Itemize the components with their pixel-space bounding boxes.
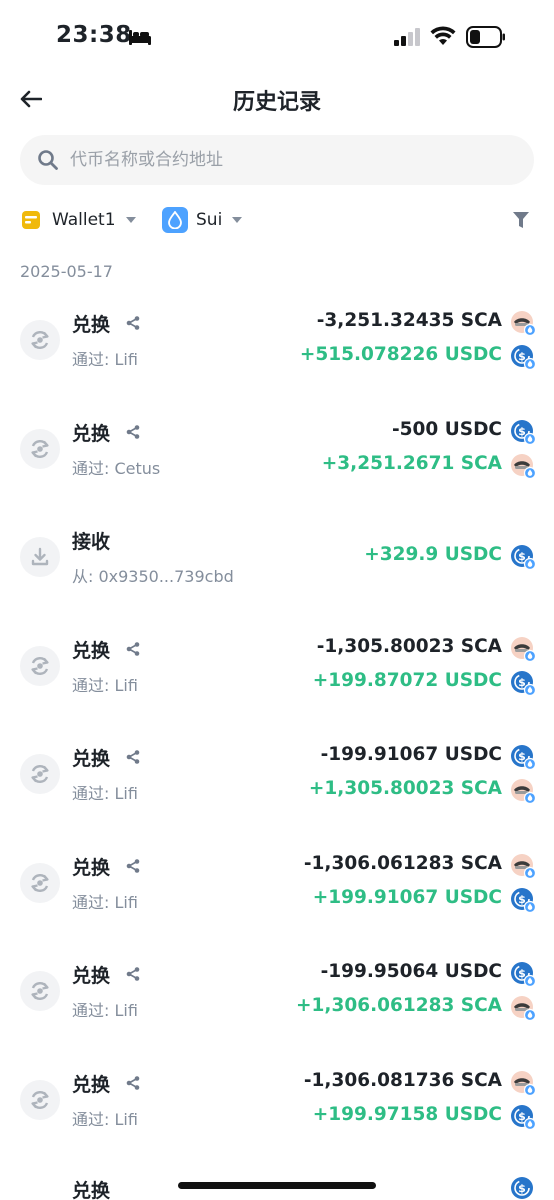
usdc-token-icon: $	[510, 670, 537, 696]
swap-icon	[20, 971, 60, 1011]
transaction-row[interactable]: 兑换 通过: Lifi -199.95064 USDC $ +1,306.061…	[0, 949, 554, 1058]
amount-in: +515.078226 USDC	[299, 344, 502, 365]
amount-in: +1,306.061283 SCA	[296, 995, 502, 1016]
transaction-list: 兑换 通过: Lifi -3,251.32435 SCA +515.078226…	[0, 298, 554, 1166]
filter-bar: Wallet1 Sui	[0, 200, 554, 240]
transaction-row[interactable]: 兑换 通过: Lifi -1,306.061283 SCA +199.91067…	[0, 841, 554, 950]
transaction-type: 兑换	[72, 1180, 111, 1200]
wifi-icon	[430, 26, 456, 50]
usdc-token-icon: $	[510, 1176, 536, 1200]
transaction-source: 通过: Lifi	[72, 784, 138, 803]
amount-out: -199.95064 USDC	[320, 961, 502, 982]
filter-funnel-icon[interactable]	[512, 210, 530, 234]
share-icon[interactable]	[126, 1075, 140, 1094]
status-time: 23:38	[56, 22, 132, 48]
usdc-token-icon: $	[510, 961, 537, 988]
search-input[interactable]	[70, 135, 510, 185]
usdc-token-icon: $	[510, 344, 537, 371]
swap-icon	[20, 1079, 60, 1120]
amount-in: +1,305.80023 SCA	[308, 778, 502, 799]
amount-in: +329.9 USDC	[364, 544, 502, 565]
swap-icon	[20, 645, 60, 686]
caret-down-icon	[232, 217, 243, 223]
sui-logo-icon	[162, 207, 188, 233]
usdc-token-icon: $	[510, 887, 537, 913]
wallet-icon	[22, 211, 40, 229]
chain-label: Sui	[196, 210, 223, 230]
sca-token-icon	[510, 310, 537, 337]
sca-token-icon	[510, 636, 537, 662]
transaction-source: 通过: Lifi	[72, 892, 138, 912]
swap-icon	[20, 754, 60, 794]
share-icon[interactable]	[126, 641, 140, 660]
transaction-source: 通过: Lifi	[72, 350, 138, 369]
usdc-token-icon: $	[510, 419, 537, 445]
search-icon	[37, 149, 59, 175]
transaction-type: 兑换	[72, 965, 111, 987]
status-bar: 23:38	[0, 0, 554, 72]
svg-text:$: $	[518, 1182, 526, 1195]
amount-out: -3,251.32435 SCA	[316, 310, 502, 331]
transaction-row[interactable]: 兑换 通过: Cetus -500 USDC $ +3,251.2671 SCA	[0, 407, 554, 516]
amount-out: -500 USDC	[391, 418, 502, 440]
share-icon[interactable]	[126, 315, 140, 334]
sca-token-icon	[510, 778, 537, 805]
amount-out: -1,306.061283 SCA	[303, 852, 502, 874]
usdc-token-icon: $	[510, 744, 537, 771]
share-icon[interactable]	[126, 858, 140, 877]
amount-in: +199.97158 USDC	[312, 1103, 502, 1125]
transaction-row[interactable]: 兑换 通过: Lifi -1,306.081736 SCA +199.97158…	[0, 1058, 554, 1167]
amount-out: -199.91067 USDC	[320, 744, 502, 765]
transaction-type: 兑换	[72, 856, 111, 879]
transaction-source: 通过: Lifi	[72, 1001, 138, 1020]
transaction-row[interactable]: 接收 从: 0x9350...739cbd +329.9 USDC $	[0, 515, 554, 624]
sca-token-icon	[510, 453, 537, 479]
transaction-row[interactable]: 兑换 通过: Lifi -199.91067 USDC $ +1,305.800…	[0, 732, 554, 841]
usdc-token-icon: $	[510, 1104, 537, 1130]
transaction-source: 通过: Lifi	[72, 675, 138, 695]
amount-in: +199.87072 USDC	[312, 669, 502, 691]
amount-out: -1,306.081736 SCA	[303, 1069, 502, 1091]
wallet-selector[interactable]: Wallet1	[22, 206, 136, 234]
transaction-type: 兑换	[72, 639, 111, 662]
wallet-label: Wallet1	[52, 210, 116, 230]
transaction-row[interactable]: 兑换 通过: Lifi -1,305.80023 SCA +199.87072 …	[0, 624, 554, 733]
date-header: 2025-05-17	[20, 262, 113, 281]
share-icon[interactable]	[126, 966, 140, 985]
transaction-type: 接收	[72, 531, 111, 553]
transaction-type: 兑换	[72, 422, 111, 445]
transaction-source: 从: 0x9350...739cbd	[72, 567, 234, 586]
chain-selector[interactable]: Sui	[162, 206, 243, 234]
usdc-token-icon: $	[510, 544, 537, 571]
transaction-type: 兑换	[72, 1073, 111, 1096]
transaction-type: 兑换	[72, 748, 111, 770]
search-box[interactable]	[20, 135, 534, 185]
amount-out: -1,305.80023 SCA	[316, 635, 502, 657]
transaction-source: 通过: Cetus	[72, 458, 161, 478]
sleep-focus-icon	[128, 28, 152, 50]
transaction-type: 兑换	[72, 314, 111, 336]
swap-icon	[20, 862, 60, 903]
home-indicator	[178, 1182, 376, 1189]
share-icon[interactable]	[126, 424, 140, 443]
amount-in: +199.91067 USDC	[312, 886, 502, 908]
sca-token-icon	[510, 853, 537, 879]
share-icon[interactable]	[126, 749, 140, 768]
battery-icon	[466, 26, 506, 52]
cellular-signal-icon	[394, 28, 422, 50]
page-title: 历史记录	[232, 90, 321, 115]
sca-token-icon	[510, 995, 537, 1022]
amount-in: +3,251.2671 SCA	[321, 452, 502, 474]
swap-icon	[20, 428, 60, 469]
sca-token-icon	[510, 1070, 537, 1096]
transaction-source: 通过: Lifi	[72, 1109, 138, 1129]
receive-icon	[20, 537, 60, 577]
caret-down-icon	[125, 217, 136, 223]
nav-bar: 历史记录	[0, 72, 554, 128]
transaction-row[interactable]: 兑换 通过: Lifi -3,251.32435 SCA +515.078226…	[0, 298, 554, 407]
swap-icon	[20, 320, 60, 360]
